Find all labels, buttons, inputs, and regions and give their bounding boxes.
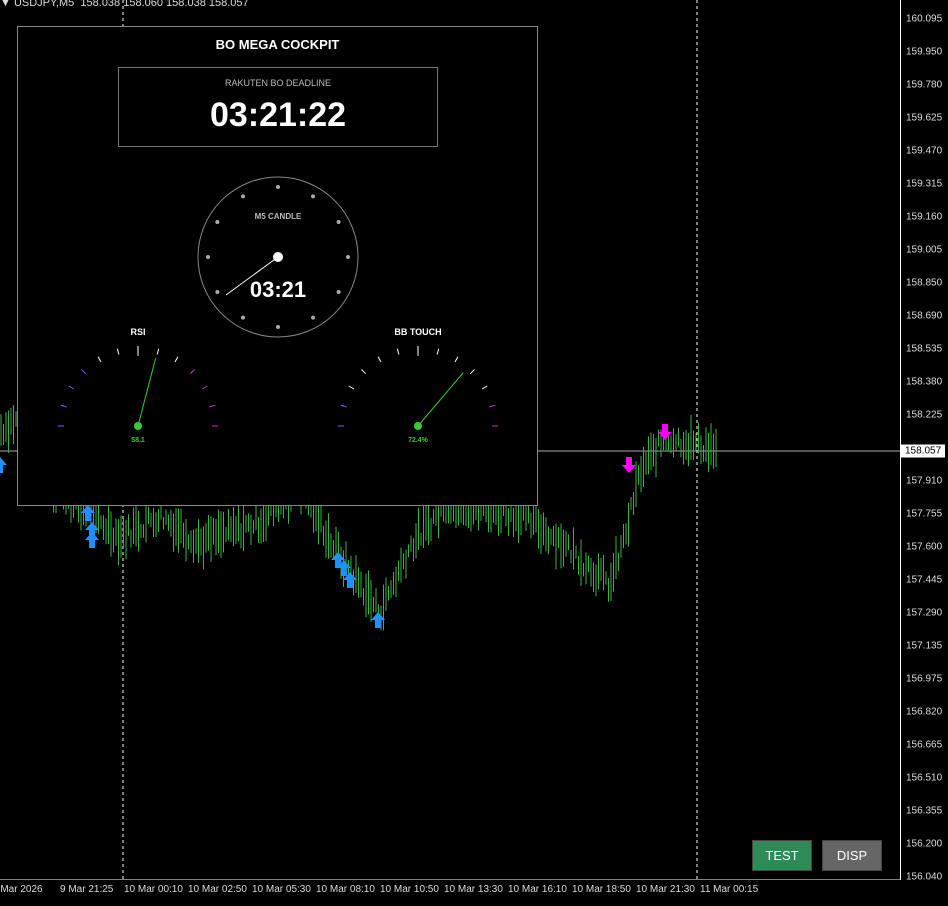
clock-tick — [215, 220, 220, 224]
price-tick-label: 158.225 — [906, 409, 943, 421]
clock-tick — [276, 325, 280, 329]
rsi-gauge-tick — [60, 404, 67, 408]
rsi-gauge-tick — [189, 369, 195, 375]
price-tick-label: 156.040 — [906, 871, 943, 883]
price-tick-label: 156.820 — [906, 706, 943, 718]
bb-value: 72.4% — [408, 437, 428, 444]
rsi-gauge-tick — [97, 356, 102, 363]
price-tick-label: 159.950 — [906, 46, 943, 58]
bb-gauge-tick — [348, 385, 355, 390]
price-tick-label: 156.355 — [906, 805, 943, 817]
bb-gauge-hub — [414, 422, 422, 430]
bb-gauge-needle — [417, 372, 464, 427]
price-tick-label: 158.690 — [906, 310, 943, 322]
candle-timer: 03:21 — [249, 277, 307, 302]
clock-tick — [215, 290, 220, 294]
chart-header: ▼ USDJPY,M5 158.038 158.060 158.038 158.… — [0, 0, 249, 9]
bb-gauge-tick — [340, 404, 347, 408]
bb-gauge-tick — [377, 356, 382, 363]
time-tick-label: 10 Mar 00:10 — [124, 884, 183, 895]
sell-arrow-icon — [658, 424, 672, 440]
time-tick-label: 10 Mar 10:50 — [380, 884, 439, 895]
price-tick-label: 158.380 — [906, 376, 943, 388]
sell-arrow-icon — [622, 457, 636, 473]
bb-gauge-tick — [489, 404, 496, 408]
price-tick-label: 156.665 — [906, 739, 943, 751]
cockpit-panel: BO MEGA COCKPIT RAKUTEN BO DEADLINE 03:2… — [17, 26, 538, 506]
bb-gauge-tick — [481, 385, 488, 390]
rsi-gauge-hub — [134, 422, 142, 430]
price-tick-label: 157.755 — [906, 508, 943, 520]
bb-gauge-tick — [454, 356, 459, 363]
price-tick-label: 159.160 — [906, 211, 943, 223]
price-tick-label: 159.625 — [906, 112, 943, 124]
rsi-gauge-tick — [116, 348, 120, 355]
candle-label: M5 CANDLE — [254, 212, 302, 221]
price-tick-label: 159.005 — [906, 244, 943, 256]
time-tick-label: 10 Mar 16:10 — [508, 884, 567, 895]
price-tick-label: 157.910 — [906, 475, 943, 487]
time-tick-label: 10 Mar 08:10 — [316, 884, 375, 895]
bb-gauge-tick — [469, 369, 475, 375]
clock-tick — [206, 255, 210, 259]
price-tick-label: 160.095 — [906, 13, 943, 25]
time-tick-label: 10 Mar 13:30 — [444, 884, 503, 895]
bb-gauge-tick — [361, 369, 367, 375]
clock-hub — [273, 252, 283, 262]
disp-button[interactable]: DISP — [822, 840, 882, 871]
gauges — [58, 176, 498, 430]
clock-tick — [336, 220, 341, 224]
price-tick-label: 158.535 — [906, 343, 943, 355]
clock-tick — [311, 315, 315, 320]
clock-tick — [241, 194, 245, 199]
rsi-gauge-tick — [174, 356, 179, 363]
price-tick-label: 156.975 — [906, 673, 943, 685]
rsi-gauge-tick — [68, 385, 75, 390]
bb-gauge-tick — [396, 348, 400, 355]
time-tick-label: 10 Mar 02:50 — [188, 884, 247, 895]
price-tick-label: 157.600 — [906, 541, 943, 553]
clock-tick — [336, 290, 341, 294]
buy-arrow-icon — [85, 532, 99, 548]
clock-tick — [346, 255, 350, 259]
price-tick-label: 158.850 — [906, 277, 943, 289]
symbol-label: USDJPY,M5 — [13, 0, 75, 9]
rsi-gauge-tick — [81, 369, 87, 375]
rsi-gauge-needle — [137, 358, 157, 427]
price-tick-label: 159.470 — [906, 145, 943, 157]
price-tick-label: 156.510 — [906, 772, 943, 784]
time-tick-label: 10 Mar 05:30 — [252, 884, 311, 895]
time-tick-label: 10 Mar 18:50 — [572, 884, 631, 895]
rsi-value: 58.1 — [131, 437, 145, 444]
time-tick-label: 11 Mar 00:15 — [700, 884, 759, 895]
rsi-gauge-tick — [201, 385, 208, 390]
price-tick-label: 157.290 — [906, 607, 943, 619]
bb-label: BB TOUCH — [394, 327, 442, 337]
time-tick-label: 10 Mar 21:30 — [636, 884, 695, 895]
buy-arrow-icon — [371, 612, 385, 628]
ohlc-readout: 158.038 158.060 158.038 158.057 — [80, 0, 249, 9]
time-tick-label: 9 Mar 21:25 — [60, 884, 114, 895]
price-tick-label: 157.445 — [906, 574, 943, 586]
clock-tick — [276, 185, 280, 189]
price-tick-label: 159.780 — [906, 79, 943, 91]
rsi-gauge-tick — [156, 348, 160, 355]
buy-arrow-icon — [0, 457, 7, 473]
price-tick-label: 159.315 — [906, 178, 943, 190]
price-tick-label: 157.135 — [906, 640, 943, 652]
rsi-gauge-tick — [209, 404, 216, 408]
price-tick-label: 156.200 — [906, 838, 943, 850]
time-tick-label: 9 Mar 2026 — [0, 884, 43, 895]
test-button[interactable]: TEST — [752, 840, 812, 871]
bb-gauge-tick — [436, 348, 440, 355]
rsi-label: RSI — [130, 327, 146, 337]
clock-tick — [311, 194, 315, 199]
current-price-label: 158.057 — [901, 444, 946, 458]
clock-tick — [241, 315, 245, 320]
